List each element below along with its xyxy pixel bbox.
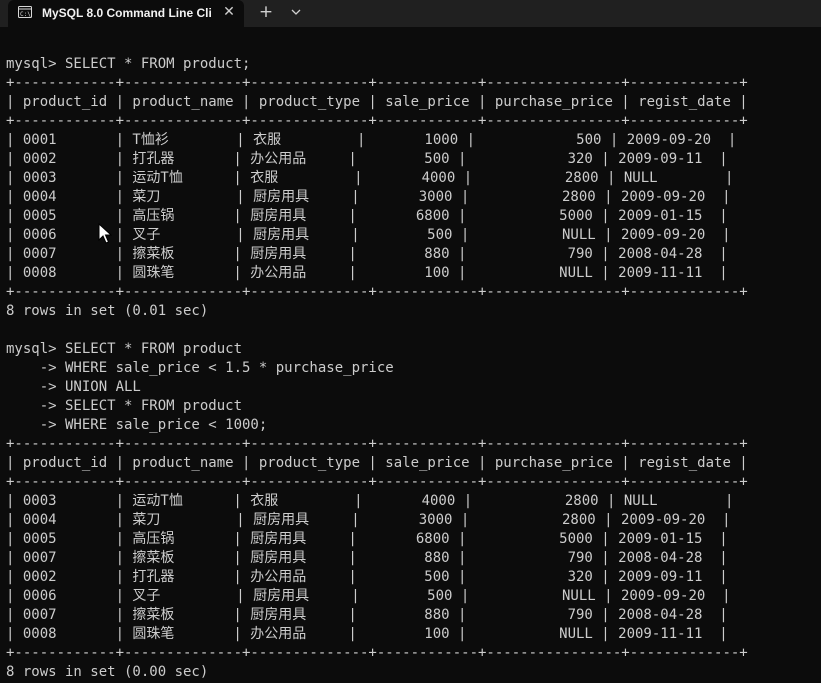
close-icon: ✕ bbox=[223, 4, 235, 20]
console-icon: C:\ bbox=[18, 6, 32, 18]
terminal-line: | 0008 | 圆珠笔 | 办公用品 | 100 | NULL | 2009-… bbox=[6, 626, 728, 642]
close-tab-button[interactable]: ✕ bbox=[220, 2, 238, 22]
tab-title: MySQL 8.0 Command Line Cli bbox=[42, 6, 212, 20]
terminal-window: C:\ MySQL 8.0 Command Line Cli ✕ + mysql… bbox=[0, 0, 821, 683]
terminal-line: +------------+--------------+-----------… bbox=[6, 284, 748, 300]
terminal-line: -> WHERE sale_price < 1.5 * purchase_pri… bbox=[6, 360, 394, 376]
terminal-line: +------------+--------------+-----------… bbox=[6, 645, 748, 661]
terminal-line: 8 rows in set (0.01 sec) bbox=[6, 303, 209, 319]
terminal-line: -> WHERE sale_price < 1000; bbox=[6, 417, 268, 433]
terminal-line: | 0003 | 运动T恤 | 衣服 | 4000 | 2800 | NULL … bbox=[6, 170, 734, 186]
terminal-line: | 0004 | 菜刀 | 厨房用具 | 3000 | 2800 | 2009-… bbox=[6, 189, 731, 205]
tab-mysql-cli[interactable]: C:\ MySQL 8.0 Command Line Cli ✕ bbox=[8, 0, 244, 27]
terminal-line: +------------+--------------+-----------… bbox=[6, 113, 748, 129]
terminal-line: mysql> SELECT * FROM product; bbox=[6, 56, 251, 72]
terminal-line: | 0003 | 运动T恤 | 衣服 | 4000 | 2800 | NULL … bbox=[6, 493, 734, 509]
terminal-line: | 0006 | 叉子 | 厨房用具 | 500 | NULL | 2009-0… bbox=[6, 227, 731, 243]
terminal-line: | 0001 | T恤衫 | 衣服 | 1000 | 500 | 2009-09… bbox=[6, 132, 737, 148]
terminal-line: | product_id | product_name | product_ty… bbox=[6, 94, 748, 110]
terminal-line: | 0002 | 打孔器 | 办公用品 | 500 | 320 | 2009-0… bbox=[6, 151, 728, 167]
mouse-pointer-icon bbox=[98, 223, 112, 244]
plus-icon: + bbox=[258, 2, 274, 22]
terminal-line: +------------+--------------+-----------… bbox=[6, 75, 748, 91]
chevron-down-icon bbox=[291, 9, 301, 15]
terminal-line: +------------+--------------+-----------… bbox=[6, 436, 748, 452]
tab-dropdown-button[interactable] bbox=[286, 1, 306, 23]
terminal-line: | 0007 | 擦菜板 | 厨房用具 | 880 | 790 | 2008-0… bbox=[6, 246, 728, 262]
new-tab-button[interactable]: + bbox=[254, 1, 278, 23]
terminal-line: | product_id | product_name | product_ty… bbox=[6, 455, 748, 471]
terminal-line: +------------+--------------+-----------… bbox=[6, 474, 748, 490]
terminal-line: 8 rows in set (0.00 sec) bbox=[6, 664, 209, 680]
terminal-line: mysql> SELECT * FROM product bbox=[6, 341, 243, 357]
terminal-line: -> UNION ALL bbox=[6, 379, 141, 395]
terminal-line: | 0002 | 打孔器 | 办公用品 | 500 | 320 | 2009-0… bbox=[6, 569, 728, 585]
terminal-line: -> SELECT * FROM product bbox=[6, 398, 243, 414]
terminal-line: | 0007 | 擦菜板 | 厨房用具 | 880 | 790 | 2008-0… bbox=[6, 550, 728, 566]
terminal-line: | 0004 | 菜刀 | 厨房用具 | 3000 | 2800 | 2009-… bbox=[6, 512, 731, 528]
terminal-line: | 0007 | 擦菜板 | 厨房用具 | 880 | 790 | 2008-0… bbox=[6, 607, 728, 623]
svg-text:C:\: C:\ bbox=[20, 11, 31, 18]
title-bar: C:\ MySQL 8.0 Command Line Cli ✕ + bbox=[0, 0, 821, 27]
terminal-output[interactable]: mysql> SELECT * FROM product; +----------… bbox=[6, 55, 748, 682]
terminal-line: | 0005 | 高压锅 | 厨房用具 | 6800 | 5000 | 2009… bbox=[6, 531, 728, 547]
terminal-line: | 0006 | 叉子 | 厨房用具 | 500 | NULL | 2009-0… bbox=[6, 588, 731, 604]
terminal-line: | 0005 | 高压锅 | 厨房用具 | 6800 | 5000 | 2009… bbox=[6, 208, 728, 224]
terminal-line: | 0008 | 圆珠笔 | 办公用品 | 100 | NULL | 2009-… bbox=[6, 265, 728, 281]
